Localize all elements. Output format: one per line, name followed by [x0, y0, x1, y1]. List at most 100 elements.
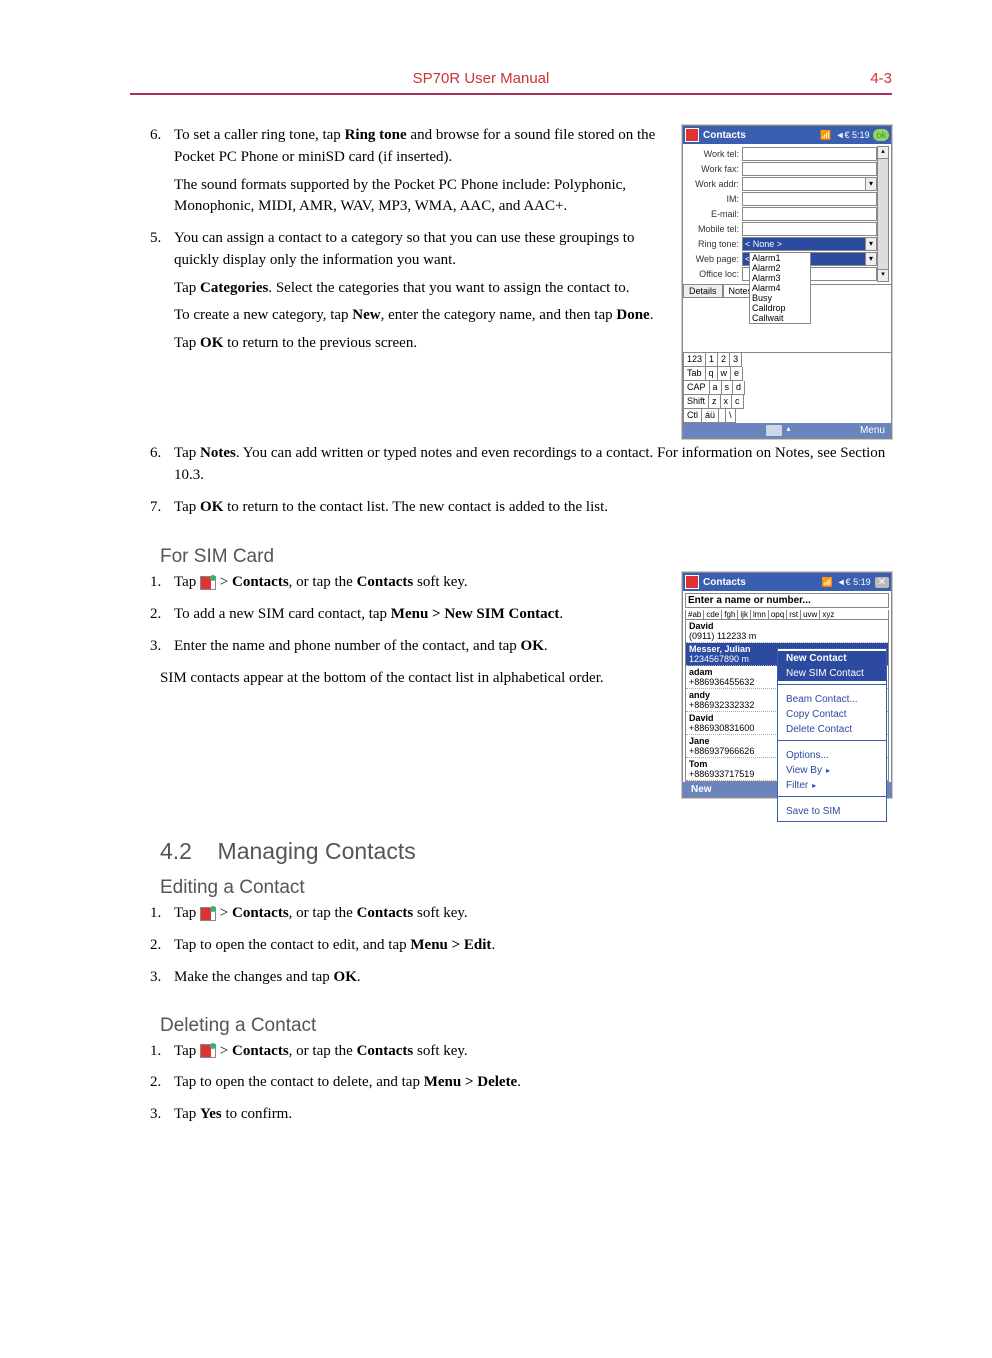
text-field[interactable]	[742, 222, 877, 236]
chevron-down-icon[interactable]: ▾	[866, 237, 877, 251]
sip-toggle-icon[interactable]	[766, 425, 782, 436]
start-flag-icon	[200, 576, 216, 590]
chevron-down-icon[interactable]: ▾	[866, 177, 877, 191]
alpha-index-row[interactable]: #abcdefghijklmnopqrstuvwxyz	[685, 610, 889, 620]
menu-beam-contact[interactable]: Beam Contact...	[778, 692, 886, 707]
keyboard-key[interactable]: Ctl	[683, 409, 702, 423]
dropdown-option[interactable]: Callwait	[750, 313, 810, 323]
sim-heading: For SIM Card	[160, 546, 892, 568]
keyboard-key[interactable]: s	[722, 381, 734, 395]
header-rule	[130, 93, 892, 95]
start-flag-icon[interactable]	[685, 128, 699, 142]
ss2-new-softkey[interactable]: New	[691, 784, 712, 795]
ss1-titlebar: Contacts 📶 ◄€ 5:19 ok	[683, 126, 891, 144]
chevron-down-icon[interactable]: ▾	[866, 252, 877, 266]
alpha-index[interactable]: ijk	[738, 610, 751, 619]
keyboard-key[interactable]: Shift	[683, 395, 709, 409]
dropdown-option[interactable]: Calldrop	[750, 303, 810, 313]
alpha-index[interactable]: fgh	[722, 610, 738, 619]
form-row: Work tel:	[685, 147, 877, 161]
start-flag-icon[interactable]	[685, 575, 699, 589]
alpha-index[interactable]: cde	[704, 610, 722, 619]
keyboard-key[interactable]: x	[721, 395, 733, 409]
ringtone-dropdown-list[interactable]: Alarm1Alarm2Alarm3Alarm4BusyCalldropCall…	[749, 252, 811, 324]
onscreen-keyboard[interactable]: 123123TabqweCAPasdShiftzxcCtláü \	[683, 352, 891, 423]
alpha-index[interactable]: lmn	[751, 610, 769, 619]
scroll-down-icon[interactable]: ▾	[877, 269, 889, 282]
search-input[interactable]: Enter a name or number...	[685, 593, 889, 608]
start-flag-icon	[200, 1044, 216, 1058]
ringtone-select[interactable]: < None >	[742, 237, 866, 251]
keyboard-key[interactable]: CAP	[683, 381, 710, 395]
keyboard-key[interactable]: áü	[702, 409, 719, 423]
menu-filter[interactable]: Filter▸	[778, 778, 886, 793]
delete-instruction-list: 1.Tap > Contacts, or tap the Contacts so…	[130, 1041, 892, 1126]
menu-copy-contact[interactable]: Copy Contact	[778, 707, 886, 722]
text-field[interactable]	[742, 207, 877, 221]
keyboard-key[interactable]: 123	[683, 353, 706, 367]
dropdown-option[interactable]: Alarm4	[750, 283, 810, 293]
keyboard-key[interactable]: q	[706, 367, 718, 381]
menu-new-contact[interactable]: New Contact	[778, 651, 886, 666]
contact-number: (0911) 112233 m	[689, 631, 885, 641]
form-row: E-mail:	[685, 207, 877, 221]
list-item: 6.To set a caller ring tone, tap Ring to…	[174, 125, 664, 218]
text-field[interactable]	[742, 192, 877, 206]
keyboard-key[interactable]: 2	[718, 353, 730, 367]
ss2-clock: ◄€ 5:19	[837, 577, 871, 587]
keyboard-key[interactable]: \	[726, 409, 736, 423]
dropdown-option[interactable]: Alarm2	[750, 263, 810, 273]
menu-delete-contact[interactable]: Delete Contact	[778, 722, 886, 737]
alpha-index[interactable]: uvw	[801, 610, 820, 619]
ss1-bottombar: Menu	[683, 423, 891, 438]
list-item: 3.Enter the name and phone number of the…	[174, 636, 664, 658]
keyboard-key[interactable]: z	[709, 395, 721, 409]
text-field[interactable]	[742, 177, 866, 191]
alpha-index[interactable]: opq	[769, 610, 787, 619]
menu-options[interactable]: Options...	[778, 748, 886, 763]
status-icons: 📶	[820, 130, 831, 141]
contact-entry[interactable]: David(0911) 112233 m	[686, 620, 888, 643]
instruction-list-1: 6.To set a caller ring tone, tap Ring to…	[130, 125, 664, 355]
alpha-index[interactable]: #ab	[686, 610, 704, 619]
form-row: Mobile tel:	[685, 222, 877, 236]
list-item: 2.To add a new SIM card contact, tap Men…	[174, 604, 664, 626]
close-icon[interactable]: ✕	[875, 577, 889, 588]
text-field[interactable]	[742, 162, 877, 176]
form-row: Work fax:	[685, 162, 877, 176]
ss1-menu-softkey[interactable]: Menu	[860, 425, 885, 436]
menu-new-sim-contact[interactable]: New SIM Contact	[778, 666, 886, 681]
keyboard-key[interactable]: a	[710, 381, 722, 395]
keyboard-key[interactable]: w	[718, 367, 732, 381]
keyboard-key[interactable]: e	[731, 367, 743, 381]
keyboard-key[interactable]: 3	[730, 353, 742, 367]
keyboard-key[interactable]: 1	[706, 353, 718, 367]
keyboard-key[interactable]: d	[733, 381, 745, 395]
keyboard-key[interactable]: c	[732, 395, 744, 409]
ss1-scrollbar[interactable]: ▴ ▾	[877, 146, 889, 282]
menu-save-to-sim[interactable]: Save to SIM	[778, 804, 886, 819]
menu-view-by[interactable]: View By▸	[778, 763, 886, 778]
edit-instruction-list: 1.Tap > Contacts, or tap the Contacts so…	[130, 903, 892, 988]
dropdown-option[interactable]: Alarm1	[750, 253, 810, 263]
keyboard-key[interactable]	[719, 409, 726, 423]
field-label: E-mail:	[685, 209, 742, 219]
deleting-heading: Deleting a Contact	[160, 1015, 892, 1037]
list-item: 3.Tap Yes to confirm.	[174, 1104, 892, 1126]
scroll-up-icon[interactable]: ▴	[877, 146, 889, 159]
keyboard-key[interactable]: Tab	[683, 367, 706, 381]
field-label: Work fax:	[685, 164, 742, 174]
alpha-index[interactable]: xyz	[820, 610, 836, 619]
ss1-title: Contacts	[703, 130, 816, 141]
list-item: 6.Tap Notes. You can add written or type…	[174, 443, 892, 487]
ok-button[interactable]: ok	[873, 129, 889, 141]
list-item: 1.Tap > Contacts, or tap the Contacts so…	[174, 1041, 892, 1063]
ss2-titlebar: Contacts 📶 ◄€ 5:19 ✕	[683, 573, 891, 591]
text-field[interactable]	[742, 147, 877, 161]
form-row: Ring tone:< None >▾	[685, 237, 877, 251]
context-menu[interactable]: New Contact New SIM Contact Beam Contact…	[777, 648, 887, 822]
dropdown-option[interactable]: Alarm3	[750, 273, 810, 283]
tab-details[interactable]: Details	[683, 285, 723, 298]
alpha-index[interactable]: rst	[787, 610, 801, 619]
dropdown-option[interactable]: Busy	[750, 293, 810, 303]
